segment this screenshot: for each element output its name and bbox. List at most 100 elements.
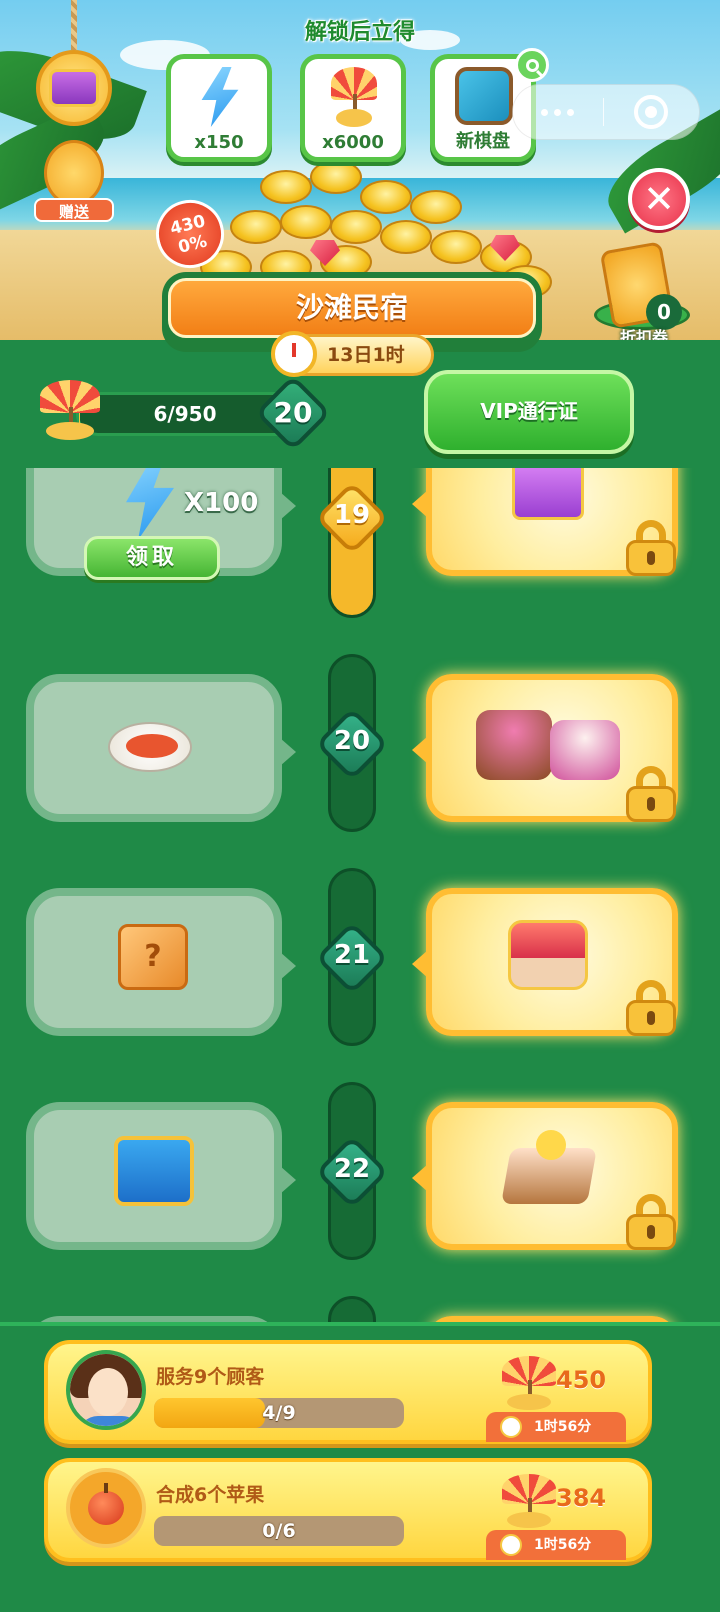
task-reward: 384 — [556, 1484, 607, 1512]
blue-chest-icon — [114, 1136, 194, 1206]
close-button[interactable]: ✕ — [628, 168, 690, 230]
free-reward-card[interactable]: ? — [26, 888, 296, 1036]
vip-reward-card[interactable] — [412, 1102, 678, 1250]
level-number: 22 — [333, 1154, 371, 1184]
coin — [330, 210, 382, 244]
game-board-icon — [455, 67, 513, 125]
vip-reward-card[interactable] — [412, 674, 678, 822]
vip-reward-card[interactable] — [412, 468, 678, 576]
task-name: 服务9个顾客 — [156, 1366, 265, 1388]
task-card[interactable]: 服务9个顾客 4/9 450 1时56分 — [44, 1340, 652, 1444]
coin — [310, 160, 362, 194]
gift-label: 赠送 — [34, 198, 114, 222]
pass-progress: 6/950 20 — [40, 374, 332, 452]
clock-icon — [500, 1534, 522, 1556]
rope — [71, 0, 77, 50]
lock-icon — [626, 766, 676, 822]
task-panel: 服务9个顾客 4/9 450 1时56分 合成6个苹果 0/6 384 1时56… — [0, 1322, 720, 1612]
free-reward-card[interactable] — [26, 1102, 296, 1250]
task-progress-text: 0/6 — [262, 1520, 296, 1542]
apple-icon-ring — [66, 1468, 146, 1548]
reward-card-energy[interactable]: x150 — [166, 54, 272, 162]
coin — [360, 180, 412, 214]
beach-umbrella-icon — [40, 380, 100, 440]
customer-avatar — [66, 1350, 146, 1430]
lock-icon — [626, 1194, 676, 1250]
task-timer-text: 1时56分 — [534, 1419, 592, 1435]
flower-decoration — [536, 1130, 566, 1160]
more-options-button[interactable] — [513, 85, 603, 139]
mystery-box-icon: ? — [118, 924, 188, 990]
timer-text: 13日1时 — [327, 344, 405, 366]
track-row: ? 21 — [0, 868, 720, 1068]
task-reward: 450 — [556, 1366, 607, 1394]
omelette-dish-icon — [108, 722, 192, 772]
track-lane — [328, 1296, 376, 1324]
reward-card-umbrella[interactable]: x6000 — [300, 54, 406, 162]
task-timer-text: 1时56分 — [534, 1537, 592, 1553]
ice-cream-desserts-icon — [476, 710, 552, 780]
lock-icon — [626, 520, 676, 576]
preview-zoom-button[interactable] — [515, 48, 549, 82]
task-timer: 1时56分 — [486, 1530, 626, 1560]
close-miniprogram-button[interactable] — [604, 85, 699, 139]
level-node: 19 — [315, 481, 389, 555]
percent-value: 4300% — [168, 211, 210, 258]
coin — [260, 170, 312, 204]
coin — [410, 190, 462, 224]
energy-bolt-icon — [201, 67, 239, 127]
track-row: 20 — [0, 654, 720, 854]
apple-icon — [88, 1483, 124, 1525]
level-node: 21 — [315, 921, 389, 995]
task-card[interactable]: 合成6个苹果 0/6 384 1时56分 — [44, 1458, 652, 1562]
coupon-icon — [44, 140, 104, 206]
level-number: 19 — [333, 500, 371, 530]
beach-umbrella-icon — [331, 67, 377, 127]
level-number: 20 — [333, 726, 371, 756]
track-row: 22 — [0, 1082, 720, 1282]
current-level: 20 — [273, 396, 313, 429]
task-timer: 1时56分 — [486, 1412, 626, 1442]
mini-program-capsule — [512, 84, 700, 140]
unlock-title: 解锁后立得 — [304, 20, 415, 45]
alarm-clock-icon — [271, 331, 317, 377]
event-timer: 13日1时 — [271, 331, 434, 377]
reward-label: x150 — [194, 132, 244, 153]
coin — [380, 220, 432, 254]
beach-umbrella-icon — [502, 1474, 556, 1528]
claim-button[interactable]: 领取 — [84, 536, 220, 580]
level-number: 21 — [333, 940, 371, 970]
task-progress-bar: 4/9 — [154, 1398, 404, 1428]
vip-reward-card[interactable] — [412, 888, 678, 1036]
free-reward-card[interactable] — [26, 674, 296, 822]
gift-button[interactable]: 赠送 — [34, 140, 114, 222]
chest-badge-button[interactable] — [36, 50, 112, 126]
clock-icon — [500, 1416, 522, 1438]
red-chest-icon — [508, 920, 588, 990]
level-node: 20 — [315, 707, 389, 781]
reward-label: x6000 — [322, 132, 384, 153]
event-title: 沙滩民宿 — [168, 278, 536, 338]
treasure-chest-icon — [49, 69, 99, 107]
coin — [280, 205, 332, 239]
close-icon: ✕ — [643, 177, 675, 221]
coin — [430, 230, 482, 264]
discount-coupon-widget[interactable]: 0 折扣券 — [594, 240, 694, 350]
purple-chest-icon — [512, 468, 584, 520]
task-progress-bar: 0/6 — [154, 1516, 404, 1546]
progress-value: 6/950 — [153, 402, 217, 426]
magnifier-icon — [525, 58, 539, 72]
reward-track[interactable]: X100 领取 19 20 ? 21 22 — [0, 468, 720, 1324]
lock-icon — [626, 980, 676, 1036]
task-name: 合成6个苹果 — [156, 1484, 265, 1506]
task-progress-text: 4/9 — [262, 1402, 296, 1424]
level-node: 22 — [315, 1135, 389, 1209]
track-row: X100 领取 19 — [0, 468, 720, 618]
coin — [230, 210, 282, 244]
vip-pass-button[interactable]: VIP通行证 — [424, 370, 634, 454]
beach-umbrella-icon — [502, 1356, 556, 1410]
ice-cream-desserts-icon — [550, 720, 620, 780]
energy-bolt-icon — [126, 468, 174, 540]
reward-quantity: X100 — [184, 488, 259, 518]
target-icon — [634, 95, 669, 129]
